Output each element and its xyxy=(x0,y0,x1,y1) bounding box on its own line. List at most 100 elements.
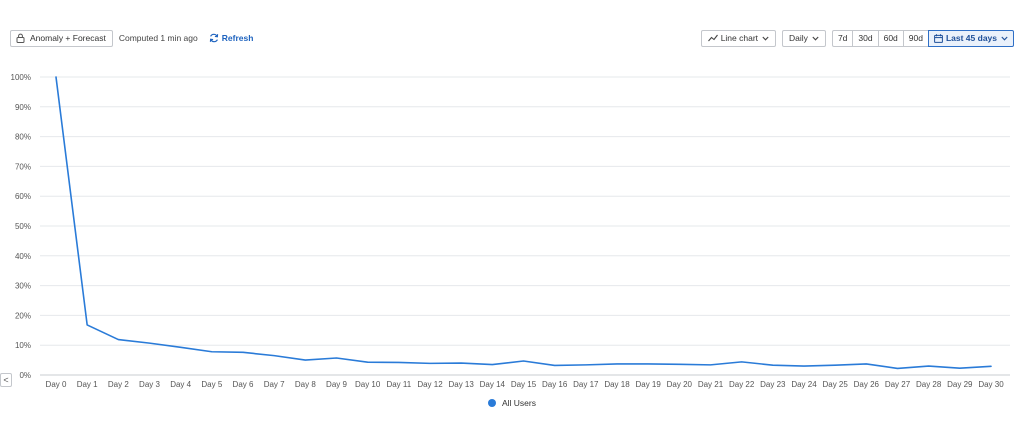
y-tick-label: 100% xyxy=(11,73,31,82)
interval-dropdown[interactable]: Daily xyxy=(782,29,826,47)
y-tick-label: 10% xyxy=(15,341,31,350)
x-tick-label: Day 1 xyxy=(77,380,98,389)
x-tick-label: Day 15 xyxy=(511,380,537,389)
range-60d-button[interactable]: 60d xyxy=(877,29,904,47)
scroll-left-button[interactable]: < xyxy=(0,373,12,387)
data-point[interactable] xyxy=(769,361,777,369)
data-point[interactable] xyxy=(208,348,216,356)
series-line-all-users[interactable] xyxy=(55,76,992,370)
x-tick-label: Day 8 xyxy=(295,380,316,389)
y-tick-label: 50% xyxy=(15,222,31,231)
data-point[interactable] xyxy=(177,343,185,351)
x-tick-label: Day 21 xyxy=(698,380,724,389)
chevron-down-icon xyxy=(762,36,769,41)
x-tick-label: Day 14 xyxy=(480,380,506,389)
x-tick-label: Day 7 xyxy=(264,380,285,389)
chart-type-label: Line chart xyxy=(720,33,759,43)
data-point[interactable] xyxy=(800,362,808,370)
y-axis-ticks: 0% 10% 20% 30% 40% 50% 60% 70% 80% 90% 100% xyxy=(11,73,31,380)
x-tick-label: Day 10 xyxy=(355,380,381,389)
data-point[interactable] xyxy=(146,339,154,347)
interval-label: Daily xyxy=(789,33,808,43)
range-last-45-days-button[interactable]: Last 45 days xyxy=(927,29,1014,47)
toolbar: Anomaly + Forecast Computed 1 min ago Re… xyxy=(10,29,1014,47)
calendar-icon xyxy=(934,33,943,43)
x-tick-label: Day 26 xyxy=(854,380,880,389)
data-point[interactable] xyxy=(707,361,715,369)
data-point[interactable] xyxy=(395,358,403,366)
chevron-down-icon xyxy=(812,36,819,41)
data-point[interactable] xyxy=(675,360,683,368)
chevron-down-icon xyxy=(1001,36,1008,41)
anomaly-forecast-label: Anomaly + Forecast xyxy=(30,33,106,43)
x-tick-label: Day 24 xyxy=(791,380,817,389)
data-point[interactable] xyxy=(894,364,902,372)
x-tick-label: Day 30 xyxy=(978,380,1004,389)
legend-swatch-all-users xyxy=(487,399,496,407)
toolbar-right: Line chart Daily 7d 30d 60d 90d Last 45 … xyxy=(700,29,1014,47)
data-point[interactable] xyxy=(239,348,247,356)
x-tick-label: Day 17 xyxy=(573,380,599,389)
data-point[interactable] xyxy=(114,336,122,344)
refresh-label: Refresh xyxy=(221,33,254,43)
data-point[interactable] xyxy=(925,362,933,370)
x-tick-label: Day 13 xyxy=(448,380,474,389)
date-range-selector: 7d 30d 60d 90d Last 45 days xyxy=(831,29,1014,47)
data-point[interactable] xyxy=(613,360,621,368)
x-tick-label: Day 23 xyxy=(760,380,786,389)
legend-label-all-users[interactable]: All Users xyxy=(502,398,536,408)
data-point[interactable] xyxy=(582,361,590,369)
data-point[interactable] xyxy=(738,358,746,366)
y-tick-label: 90% xyxy=(15,103,31,112)
x-tick-label: Day 0 xyxy=(46,380,67,389)
range-30d-button[interactable]: 30d xyxy=(852,29,879,47)
data-point[interactable] xyxy=(52,73,60,81)
active-range-label: Last 45 days xyxy=(945,33,997,43)
x-tick-label: Day 16 xyxy=(542,380,568,389)
refresh-button[interactable]: Refresh xyxy=(209,33,254,43)
data-point[interactable] xyxy=(831,361,839,369)
y-tick-label: 20% xyxy=(15,311,31,320)
data-point[interactable] xyxy=(644,360,652,368)
range-90d-button[interactable]: 90d xyxy=(902,29,929,47)
toolbar-left: Anomaly + Forecast Computed 1 min ago Re… xyxy=(10,29,253,47)
data-point[interactable] xyxy=(426,359,434,367)
x-tick-label: Day 20 xyxy=(667,380,693,389)
data-point[interactable] xyxy=(270,352,278,360)
data-point[interactable] xyxy=(862,360,870,368)
computed-status: Computed 1 min ago xyxy=(118,33,198,43)
data-point[interactable] xyxy=(956,364,964,372)
retention-line-chart: 0%10%20%30%40%50%60%70%80%90%100% Day 0D… xyxy=(11,73,1010,389)
data-point[interactable] xyxy=(551,361,559,369)
y-tick-label: 0% xyxy=(19,371,31,380)
x-tick-label: Day 6 xyxy=(233,380,254,389)
refresh-icon xyxy=(209,33,218,43)
grid-lines xyxy=(40,76,1010,376)
y-tick-label: 70% xyxy=(15,162,31,171)
data-point[interactable] xyxy=(520,357,528,365)
x-tick-label: Day 19 xyxy=(635,380,661,389)
data-point[interactable] xyxy=(301,356,309,364)
y-tick-label: 80% xyxy=(15,133,31,142)
x-tick-label: Day 3 xyxy=(139,380,160,389)
x-axis-ticks: Day 0 Day 1 Day 2 Day 3 Day 4 Day 5 Day 6 Day 7… xyxy=(46,380,1005,389)
line-chart-icon xyxy=(707,34,718,42)
data-point[interactable] xyxy=(333,354,341,362)
data-point[interactable] xyxy=(987,362,995,370)
legend: All Users xyxy=(0,398,1024,408)
range-7d-button[interactable]: 7d xyxy=(831,29,854,47)
data-point[interactable] xyxy=(364,358,372,366)
chart-type-dropdown[interactable]: Line chart xyxy=(700,29,777,47)
x-tick-label: Day 22 xyxy=(729,380,755,389)
data-point[interactable] xyxy=(83,321,91,329)
data-point[interactable] xyxy=(488,361,496,369)
series-layer xyxy=(52,73,995,372)
y-tick-label: 30% xyxy=(15,282,31,291)
x-tick-label: Day 18 xyxy=(604,380,630,389)
anomaly-forecast-button[interactable]: Anomaly + Forecast xyxy=(10,29,113,47)
y-tick-label: 60% xyxy=(15,192,31,201)
x-tick-label: Day 27 xyxy=(885,380,911,389)
data-point[interactable] xyxy=(457,359,465,367)
x-tick-label: Day 5 xyxy=(201,380,222,389)
x-tick-label: Day 9 xyxy=(326,380,347,389)
